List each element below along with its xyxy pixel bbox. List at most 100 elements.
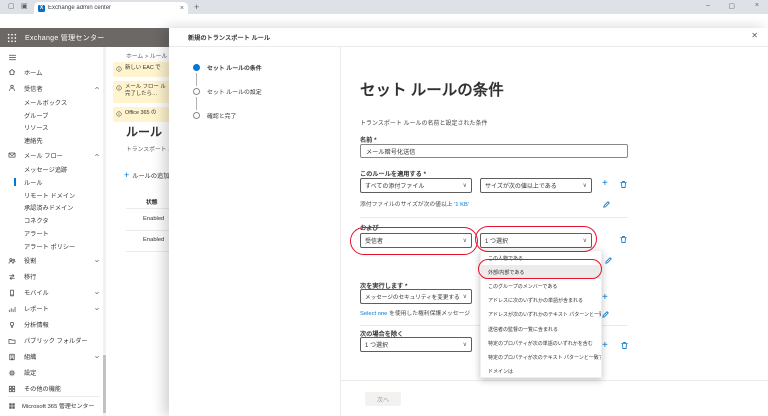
menu-item-5[interactable]: アドレスが次のいずれかのテキスト パターンと一致する (481, 308, 601, 322)
sidebar-item-migration[interactable]: 移行 (0, 269, 107, 285)
chevron-down-icon (94, 258, 100, 264)
condition2-type-dropdown[interactable]: 受信者∨ (360, 233, 472, 248)
sidebar-item-home[interactable]: ホーム (0, 64, 107, 80)
sidebar-item-label: 分析情報 (24, 320, 49, 329)
menu-item-2[interactable]: 外部/内部である (481, 265, 601, 279)
rule-name-input[interactable] (360, 144, 628, 158)
add-exception-icon[interactable]: + (602, 341, 608, 351)
action-dropdown[interactable]: メッセージのセキュリティを変更する∨ (360, 289, 472, 304)
sidebar-item-rules[interactable]: ルール (0, 176, 107, 189)
tab-actions-icon[interactable]: ▢ (8, 3, 15, 11)
sidebar-item-resources[interactable]: リソース (0, 122, 107, 135)
banner-text: メール フロー ル完了したら… (125, 84, 166, 101)
summary-value-link[interactable]: '1 KB' (454, 202, 469, 208)
table-divider (126, 251, 169, 252)
menu-item-9[interactable]: ドメインは (481, 365, 601, 379)
table-row[interactable]: Enabled (143, 216, 164, 222)
next-button[interactable]: 次へ (365, 392, 401, 406)
status-column-header: 状態 (146, 197, 158, 206)
sidebar-item-mobile[interactable]: モバイル (0, 285, 107, 301)
hamburger-icon[interactable] (8, 53, 17, 62)
nav-scrollbar-thumb[interactable] (103, 355, 106, 413)
form-heading: セット ルールの条件 (360, 78, 504, 100)
form-description: トランスポート ルールの名前と設定された条件 (360, 118, 488, 127)
condition1-type-dropdown[interactable]: すべての添付ファイル∨ (360, 178, 472, 193)
step-indicator-2[interactable] (193, 88, 200, 95)
window-close-button[interactable]: × (755, 2, 759, 9)
step-indicator-1[interactable] (193, 64, 200, 71)
sidebar-item-contacts[interactable]: 連絡先 (0, 134, 107, 147)
menu-item-3[interactable]: このグループのメンバーである (481, 279, 601, 293)
sidebar-item-accepted-domains[interactable]: 承認済みドメイン (0, 202, 107, 215)
app-title: Exchange 管理センター (25, 33, 105, 43)
gear-icon (8, 369, 16, 377)
menu-item-7[interactable]: 特定のプロパティが次の単語のいずれかを含む (481, 336, 601, 350)
edit-action-icon[interactable] (601, 310, 610, 319)
summary-text: 添付ファイルのサイズが次の値以上 (360, 202, 454, 208)
add-rule-button[interactable]: + ルールの追加 (124, 171, 169, 180)
sidebar-item-recipients[interactable]: 受信者 (0, 80, 107, 96)
table-row[interactable]: Enabled (143, 237, 164, 243)
sidebar-item-insights[interactable]: 分析情報 (0, 317, 107, 333)
vertical-tabs-icon[interactable]: ▣ (21, 3, 28, 11)
operator-dropdown-menu: この人物である外部/内部であるこのグループのメンバーであるアドレスに次のいずれか… (480, 250, 602, 378)
edit-condition2-icon[interactable] (604, 256, 613, 265)
sidebar-item-alerts[interactable]: アラート (0, 227, 107, 240)
sidebar-item-other-features[interactable]: その他の機能 (0, 381, 107, 397)
step-indicator-3[interactable] (193, 112, 200, 119)
breadcrumb-home[interactable]: ホーム (126, 54, 143, 60)
edit-condition1-icon[interactable] (602, 200, 611, 209)
notification-banner: メール フロー ル完了したら… (113, 81, 169, 103)
condition1-operator-dropdown[interactable]: サイズが次の値以上である∨ (480, 178, 592, 193)
breadcrumb-current: ルール (150, 54, 167, 60)
sidebar-item-alert-policies[interactable]: アラート ポリシー (0, 240, 107, 253)
condition2-operator-dropdown[interactable]: 1 つ選択∨ (480, 233, 592, 248)
add-action-icon[interactable]: + (602, 293, 608, 303)
menu-item-6[interactable]: 送信者の監督の一覧に含まれる (481, 322, 601, 336)
report-icon (8, 305, 16, 313)
flyout-close-icon[interactable]: ✕ (751, 31, 758, 40)
sidebar-item-m365-admin[interactable]: Microsoft 365 管理センター (8, 401, 94, 410)
sidebar-item-public-folders[interactable]: パブリック フォルダー (0, 333, 107, 349)
sidebar-item-label: リモート ドメイン (24, 191, 75, 200)
sidebar-item-groups[interactable]: グループ (0, 109, 107, 122)
window-maximize-button[interactable]: ▢ (728, 2, 735, 10)
sidebar-footer-label: Microsoft 365 管理センター (22, 401, 94, 410)
sidebar-item-label: 承認済みドメイン (24, 203, 74, 212)
page-subtitle: トランスポート ルール (126, 144, 169, 153)
select-one-link[interactable]: Select one (360, 311, 387, 317)
info-icon (116, 66, 122, 72)
window-minimize-button[interactable]: – (706, 2, 710, 9)
sidebar-item-remote-domains[interactable]: リモート ドメイン (0, 189, 107, 202)
add-condition-icon[interactable]: + (602, 179, 608, 189)
new-tab-button[interactable]: + (194, 2, 199, 12)
menu-item-4[interactable]: アドレスに次のいずれかの単語が含まれる (481, 294, 601, 308)
sidebar-item-connectors[interactable]: コネクタ (0, 214, 107, 227)
tab-close-icon[interactable]: × (180, 5, 184, 12)
sidebar-item-organization[interactable]: 組織 (0, 349, 107, 365)
footer-divider (340, 380, 768, 381)
menu-item-1[interactable]: この人物である (481, 251, 601, 265)
step-label-2: セット ルールの設定 (207, 87, 262, 96)
chevron-down-icon (94, 290, 100, 296)
sidebar-item-roles[interactable]: 役割 (0, 253, 107, 269)
step-label-3: 確認と完了 (207, 111, 236, 120)
delete-condition2-icon[interactable] (619, 235, 628, 244)
dropdown-value: サイズが次の値以上である (485, 181, 581, 190)
sidebar-item-settings[interactable]: 設定 (0, 365, 107, 381)
rules-page: ホーム > ルール 新しい EAC でメール フロー ル完了したら…Office… (107, 47, 169, 416)
browser-tab[interactable]: X Exchange admin center × (34, 2, 188, 14)
wizard-steps: セット ルールの条件セット ルールの設定確認と完了 (169, 47, 340, 167)
chevron-up-icon (94, 85, 100, 91)
delete-exception-icon[interactable] (620, 341, 629, 350)
delete-condition-icon[interactable] (619, 180, 628, 189)
sidebar-item-message-trace[interactable]: メッセージ追跡 (0, 163, 107, 176)
waffle-icon[interactable] (7, 33, 17, 43)
apply-rule-label: このルールを適用する * (360, 169, 426, 178)
menu-item-8[interactable]: 特定のプロパティが次のテキスト パターンと一致する (481, 350, 601, 364)
except-dropdown[interactable]: 1 つ選択∨ (360, 337, 472, 352)
sidebar-item-mail-flow[interactable]: メール フロー (0, 147, 107, 163)
sidebar-item-mailboxes[interactable]: メールボックス (0, 96, 107, 109)
notification-banner: Office 365 の (113, 107, 169, 122)
sidebar-item-reports[interactable]: レポート (0, 301, 107, 317)
